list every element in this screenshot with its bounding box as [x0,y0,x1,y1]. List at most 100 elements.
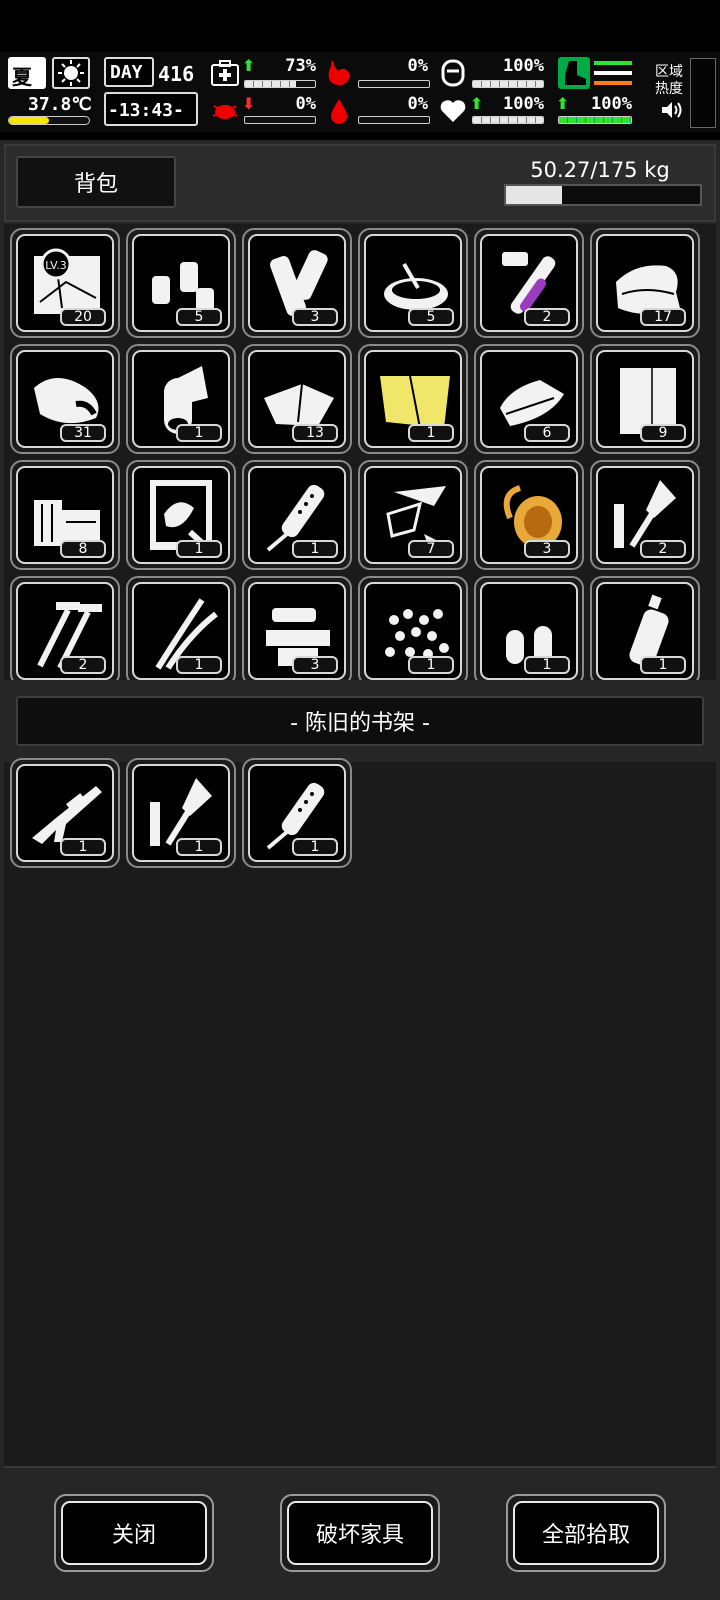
clock-time: -13:43- [108,100,184,121]
backpack-item-slot[interactable]: 3 [474,460,584,570]
zone-heat-line1: 区域 [655,64,683,80]
backpack-item-count: 1 [408,424,454,442]
backpack-grid: LV.3 20 5 3 5 2 17 31 1 13 1 6 9 8 1 1 7 3 2 2 1 3 1 1 1 [4,224,716,680]
infection-bar [244,116,316,124]
speaker-icon[interactable] [660,100,684,120]
container-item-frame: 1 [16,764,114,862]
backpack-item-count: 8 [60,540,106,558]
backpack-tab[interactable]: 背包 [16,156,176,208]
day-label-box: DAY [104,57,154,87]
backpack-item-frame: 3 [248,234,346,332]
infection-percent: 0% [295,94,316,114]
backpack-item-slot[interactable]: 9 [590,344,700,454]
zone-heat-meter [690,58,716,128]
backpack-item-frame: 9 [596,350,694,448]
container-item-slot[interactable]: 1 [10,758,120,868]
infection-down-arrow-icon: ⬇ [242,94,256,113]
backpack-item-frame: 1 [132,466,230,564]
pickup-all-button[interactable]: 全部拾取 [506,1494,666,1572]
zone-heat-label: 区域 热度 [655,64,683,98]
health-percent: 73% [285,56,316,76]
backpack-item-frame: 1 [364,350,462,448]
backpack-item-slot[interactable]: 7 [358,460,468,570]
backpack-item-frame: 31 [16,350,114,448]
weather-sunny-icon [52,57,90,89]
backpack-item-frame: 7 [364,466,462,564]
backpack-item-slot[interactable]: 5 [126,228,236,338]
destroy-furniture-button[interactable]: 破坏家具 [280,1494,440,1572]
infection-icon [210,96,240,126]
close-button[interactable]: 关闭 [54,1494,214,1572]
backpack-item-slot[interactable]: 13 [242,344,352,454]
backpack-item-slot[interactable]: 1 [126,460,236,570]
bleed-bar [358,116,430,124]
backpack-item-slot[interactable]: 3 [242,228,352,338]
backpack-item-slot[interactable]: 1 [126,576,236,680]
backpack-item-slot[interactable]: 5 [358,228,468,338]
container-item-count: 1 [292,838,338,856]
backpack-item-count: 3 [292,656,338,674]
backpack-item-count: 13 [292,424,338,442]
backpack-item-slot[interactable]: 1 [242,460,352,570]
season-label: 夏 [12,65,32,89]
armor-icon [438,58,468,88]
health-up-arrow-icon: ⬆ [242,56,256,75]
food-percent: 100% [503,56,544,76]
backpack-item-count: 5 [408,308,454,326]
backpack-item-count: 2 [640,540,686,558]
zone-heat-line2: 热度 [655,81,683,97]
bleed-percent: 0% [407,94,428,114]
backpack-item-slot[interactable]: 2 [10,576,120,680]
container-item-count: 1 [176,838,222,856]
temperature-gauge [8,116,90,125]
blood-drop-icon [324,96,354,126]
backpack-item-slot[interactable]: 31 [10,344,120,454]
backpack-item-slot[interactable]: 1 [126,344,236,454]
backpack-item-count: 2 [60,656,106,674]
container-title-bar: - 陈旧的书架 - [16,696,704,746]
health-bar [244,80,316,88]
backpack-item-frame: LV.3 20 [16,234,114,332]
stamina-percent: 100% [591,94,632,114]
backpack-item-slot[interactable]: 1 [474,576,584,680]
backpack-item-count: 1 [640,656,686,674]
container-item-frame: 1 [248,764,346,862]
hunger-bar [358,80,430,88]
mood-bar [472,116,544,124]
medkit-icon [210,58,240,88]
container-title: - 陈旧的书架 - [290,711,430,736]
backpack-item-slot[interactable]: 3 [242,576,352,680]
backpack-item-frame: 1 [364,582,462,680]
svg-text:LV.3: LV.3 [45,259,67,272]
destroy-furniture-label: 破坏家具 [315,1523,404,1548]
backpack-item-slot[interactable]: 1 [358,344,468,454]
backpack-item-frame: 1 [480,582,578,680]
hunger-percent: 0% [407,56,428,76]
backpack-item-count: 5 [176,308,222,326]
backpack-item-slot[interactable]: 6 [474,344,584,454]
status-hud: 夏 37.8℃ DAY 416 -13:43- ⬆ 73% 0% 100% ⬇ … [0,52,720,132]
backpack-item-frame: 2 [16,582,114,680]
backpack-item-frame: 1 [132,582,230,680]
backpack-item-count: 6 [524,424,570,442]
backpack-item-count: 7 [408,540,454,558]
container-grid: 1 1 1 [4,758,716,1468]
backpack-item-slot[interactable]: 1 [358,576,468,680]
backpack-item-count: 1 [292,540,338,558]
weight-bar [504,184,702,206]
backpack-item-frame: 2 [480,234,578,332]
backpack-item-slot[interactable]: 2 [474,228,584,338]
backpack-item-slot[interactable]: 2 [590,460,700,570]
backpack-item-frame: 1 [132,350,230,448]
backpack-item-slot[interactable]: 8 [10,460,120,570]
backpack-item-slot[interactable]: 1 [590,576,700,680]
season-badge: 夏 [8,57,46,89]
backpack-item-count: 3 [524,540,570,558]
container-item-slot[interactable]: 1 [126,758,236,868]
food-bar [472,80,544,88]
backpack-item-slot[interactable]: 17 [590,228,700,338]
backpack-item-slot[interactable]: LV.3 20 [10,228,120,338]
container-item-slot[interactable]: 1 [242,758,352,868]
backpack-item-count: 1 [176,540,222,558]
backpack-item-count: 17 [640,308,686,326]
